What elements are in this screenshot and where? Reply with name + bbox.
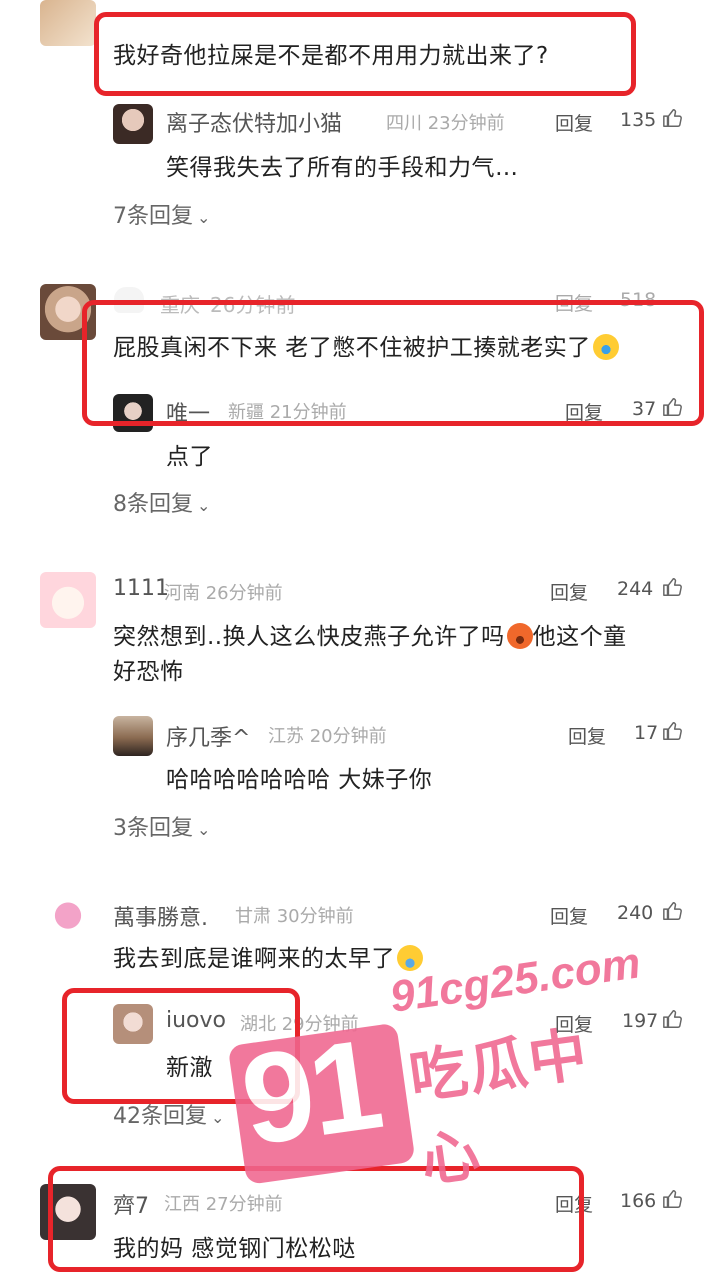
expand-replies-link[interactable]: 8条回复 ⌄	[113, 486, 210, 518]
comment-meta: 甘肃 30分钟前	[235, 906, 354, 927]
avatar[interactable]	[40, 896, 96, 952]
thumb-up-icon[interactable]	[662, 107, 684, 129]
comment-meta: 河南 26分钟前	[164, 583, 283, 604]
chevron-down-icon: ⌄	[211, 1108, 225, 1127]
expand-replies-link[interactable]: 7条回复 ⌄	[113, 198, 210, 230]
chevron-down-icon: ⌄	[197, 496, 211, 515]
thumb-up-icon[interactable]	[662, 576, 684, 598]
highlight-box	[82, 300, 704, 426]
watermark-domain: 91cg25.com	[387, 938, 644, 1022]
highlight-box	[94, 12, 636, 96]
comment-username[interactable]: 1111	[113, 576, 169, 601]
reply-button[interactable]: 回复	[568, 722, 606, 749]
chevron-down-icon: ⌄	[197, 820, 211, 839]
reply-meta: 四川 23分钟前	[386, 113, 505, 134]
like-count: 240	[617, 902, 654, 924]
thumb-up-icon[interactable]	[662, 900, 684, 922]
thumb-up-icon[interactable]	[662, 1008, 684, 1030]
reply-meta: 江苏 20分钟前	[268, 726, 387, 747]
reply-button[interactable]: 回复	[550, 902, 588, 929]
like-count: 166	[620, 1190, 657, 1212]
like-count: 244	[617, 578, 654, 600]
comment-text-line1: 突然想到..换人这么快皮燕子允许了吗	[113, 624, 505, 650]
reply-text: 笑得我失去了所有的手段和力气…	[166, 155, 519, 181]
expand-replies-label: 3条回复	[113, 816, 193, 841]
expand-replies-label: 8条回复	[113, 492, 193, 517]
expand-replies-label: 42条回复	[113, 1104, 207, 1129]
avatar[interactable]	[113, 104, 153, 144]
comment-username[interactable]: 萬事勝意.	[113, 900, 208, 932]
angry-emoji-icon	[506, 623, 533, 649]
highlight-box	[62, 988, 300, 1104]
avatar[interactable]	[113, 716, 153, 756]
comment-text-line1b: 他这个童	[532, 624, 627, 650]
crying-emoji-icon	[397, 945, 423, 971]
reply-text: 点了	[166, 444, 213, 470]
reply-button[interactable]: 回复	[555, 1010, 593, 1037]
reply-text: 哈哈哈哈哈哈哈 大妹子你	[166, 767, 433, 793]
reply-username[interactable]: 序几季^	[166, 720, 250, 752]
chevron-down-icon: ⌄	[197, 208, 211, 227]
like-count: 197	[622, 1010, 659, 1032]
reply-username[interactable]: 离子态伏特加小猫	[166, 106, 342, 138]
reply-button[interactable]: 回复	[555, 109, 593, 136]
comment-text-content: 我去到底是谁啊来的太早了	[113, 946, 395, 972]
highlight-box	[48, 1166, 584, 1272]
avatar[interactable]	[40, 572, 96, 628]
like-count: 135	[620, 109, 657, 131]
reply-button[interactable]: 回复	[550, 578, 588, 605]
expand-replies-label: 7条回复	[113, 204, 193, 229]
comment-text: 突然想到..换人这么快皮燕子允许了吗 他这个童	[113, 617, 627, 651]
like-count: 17	[634, 722, 659, 744]
thumb-up-icon[interactable]	[662, 720, 684, 742]
expand-replies-link[interactable]: 3条回复 ⌄	[113, 810, 210, 842]
comment-text-line2: 好恐怖	[113, 659, 184, 685]
thumb-up-icon[interactable]	[662, 1188, 684, 1210]
avatar[interactable]	[40, 0, 96, 46]
comment-text: 我去到底是谁啊来的太早了	[113, 939, 423, 973]
